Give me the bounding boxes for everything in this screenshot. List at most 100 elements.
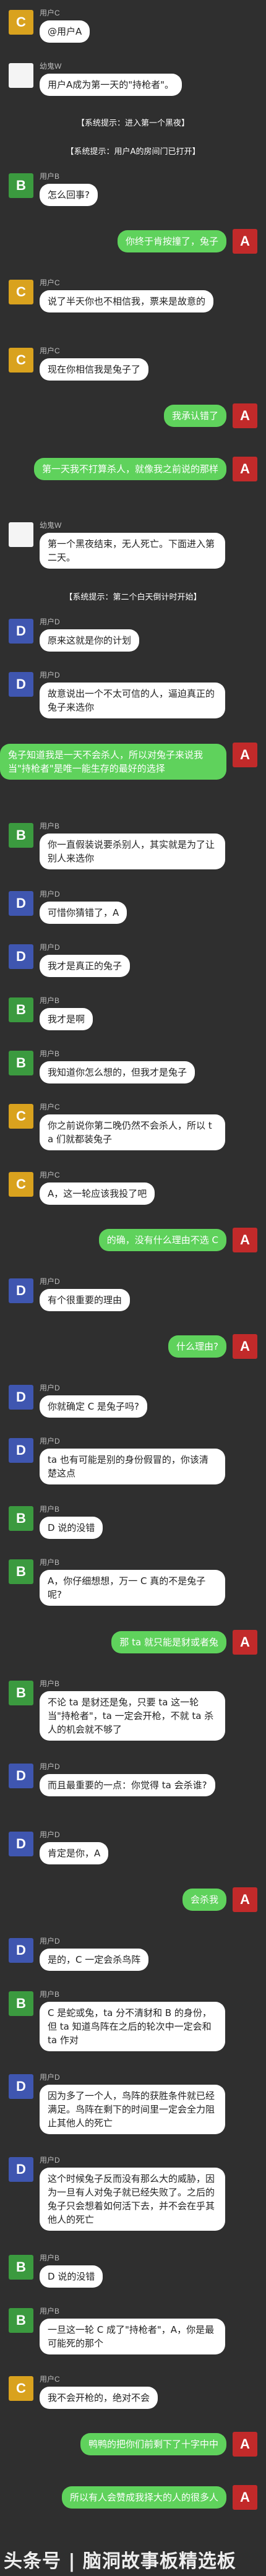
message-bubble[interactable]: 我才是真正的兔子 (40, 955, 131, 977)
avatar[interactable]: C (9, 2376, 33, 2401)
avatar[interactable] (9, 522, 33, 547)
message-bubble[interactable]: A，这一轮应该我投了吧 (40, 1182, 155, 1205)
message-bubble[interactable]: A，你仔细想想，万一 C 真的不是兔子呢? (40, 1570, 225, 1606)
message-content: 用户B 你一直假装说要杀别人，其实就是为了让别人来选你 (40, 821, 225, 869)
avatar[interactable]: B (9, 173, 33, 198)
avatar[interactable]: A (233, 2485, 257, 2510)
message-bubble[interactable]: 是的，C 一定会杀鸟阵 (40, 1949, 149, 1971)
avatar[interactable]: A (233, 1887, 257, 1912)
avatar[interactable]: C (9, 1104, 33, 1129)
avatar[interactable]: A (233, 229, 257, 254)
avatar[interactable]: A (233, 2432, 257, 2457)
avatar[interactable]: D (9, 672, 33, 697)
avatar[interactable]: D (9, 1938, 33, 1963)
avatar[interactable]: B (9, 1051, 33, 1075)
message-content: 用户D 肯定是你，A (40, 1829, 109, 1864)
sender-name: 用户D (40, 1277, 60, 1286)
message-bubble[interactable]: 现在你相信我是兔子了 (40, 358, 149, 381)
message-bubble[interactable]: 原来这就是你的计划 (40, 629, 140, 652)
avatar[interactable]: A (233, 1334, 257, 1359)
message-bubble[interactable]: 我才是啊 (40, 1008, 93, 1030)
message-bubble[interactable]: C 是蛇或兔，ta 分不清豺和 B 的身份，但 ta 知道鸟阵在之后的轮次中一定… (40, 2002, 225, 2051)
avatar[interactable]: D (9, 1438, 33, 1463)
avatar[interactable]: D (9, 2074, 33, 2099)
avatar[interactable]: B (9, 1681, 33, 1705)
avatar[interactable]: A (233, 1228, 257, 1252)
avatar[interactable]: A (233, 743, 257, 767)
message-bubble[interactable]: 用户A成为第一天的"持枪者"。 (40, 74, 182, 96)
message-bubble[interactable]: 兔子知道我是一天不会杀人，所以对兔子来说我当"持枪者"是唯一能生存的最好的选择 (0, 744, 226, 780)
incoming-message: C 用户C 我不会开枪的，绝对不会 (0, 2367, 266, 2421)
message-bubble[interactable]: D 说的没错 (40, 2265, 103, 2288)
message-bubble[interactable]: 第一个黑夜结束，无人死亡。下面进入第二天。 (40, 533, 225, 569)
message-bubble[interactable]: 这个时候兔子反而没有那么大的威胁，因为一旦有人对兔子就已经失败了。之后的兔子只会… (40, 2168, 225, 2231)
message-bubble[interactable]: 你一直假装说要杀别人，其实就是为了让别人来选你 (40, 834, 225, 869)
message-bubble[interactable]: 故意说出一个不太可信的人，逼迫真正的兔子来选你 (40, 683, 225, 718)
avatar[interactable]: D (9, 1385, 33, 1410)
avatar[interactable]: D (9, 1764, 33, 1788)
avatar[interactable] (9, 63, 33, 88)
avatar[interactable]: B (9, 1991, 33, 2016)
system-notice: 【系统提示：第二个白天倒计时开始】 (0, 582, 266, 610)
incoming-message: D 用户D 我才是真正的兔子 (0, 936, 266, 989)
message-bubble[interactable]: 一旦这一轮 C 成了"持枪者"，A，你是最可能死的那个 (40, 2319, 225, 2354)
avatar[interactable]: A (233, 403, 257, 428)
avatar[interactable]: B (9, 2308, 33, 2333)
avatar[interactable]: A (233, 457, 257, 481)
avatar[interactable]: C (9, 348, 33, 373)
avatar[interactable]: B (9, 997, 33, 1022)
message-bubble[interactable]: 我知道你怎么想的，但我才是兔子 (40, 1061, 195, 1083)
avatar[interactable]: C (9, 10, 33, 35)
message-bubble[interactable]: 我承认错了 (163, 405, 226, 427)
chat-screen: C 用户C @用户A 幼鬼W 用户A成为第一天的"持枪者"。 【系统提示：进入第一个黑夜】… (0, 0, 266, 2576)
message-bubble[interactable]: 那 ta 就只能是豺或者兔 (111, 1631, 226, 1653)
message-bubble[interactable]: 鸭鸭的把你们前剩下了十字中中 (80, 2433, 226, 2455)
outgoing-message: 我承认错了 A (0, 392, 266, 446)
sender-name: 幼鬼W (40, 521, 62, 530)
avatar[interactable]: D (9, 944, 33, 969)
message-content: 用户C 你之前说你第二晚仍然不会杀人，所以 ta 们就都装兔子 (40, 1101, 225, 1150)
incoming-message: B 用户B 一旦这一轮 C 成了"持枪者"，A，你是最可能死的那个 (0, 2299, 266, 2367)
message-bubble[interactable]: 有个很重要的理由 (40, 1289, 131, 1311)
message-content: 用户C 说了半天你也不相信我，票来是故意的 (40, 277, 214, 312)
avatar[interactable]: D (9, 619, 33, 644)
message-bubble[interactable]: @用户A (40, 20, 90, 43)
message-bubble[interactable]: 肯定是你，A (40, 1842, 109, 1864)
message-bubble[interactable]: 怎么回事? (40, 184, 98, 206)
avatar[interactable]: D (9, 2157, 33, 2182)
message-bubble[interactable]: D 说的没错 (40, 1517, 103, 1539)
avatar[interactable]: C (9, 1172, 33, 1197)
avatar[interactable]: A (233, 1630, 257, 1655)
outgoing-message: 那 ta 就只能是豺或者兔 A (0, 1619, 266, 1672)
message-bubble[interactable]: 不论 ta 是豺还是兔，只要 ta 这一轮当"持枪者"，ta 一定会开枪，不就 … (40, 1691, 225, 1741)
message-bubble[interactable]: 你就确定 C 是兔子吗? (40, 1395, 147, 1418)
avatar[interactable]: D (9, 891, 33, 916)
message-bubble[interactable]: 会杀我 (182, 1889, 226, 1911)
sender-name: 用户D (40, 1437, 60, 1445)
message-bubble[interactable]: 第一天我不打算杀人，就像我之前说的那样 (33, 458, 226, 480)
message-bubble[interactable]: 你之前说你第二晚仍然不会杀人，所以 ta 们就都装兔子 (40, 1114, 225, 1150)
outgoing-message: 会杀我 A (0, 1876, 266, 1929)
avatar[interactable]: B (9, 1559, 33, 1584)
message-bubble[interactable]: 因为多了一个人，鸟阵的获胜条件就已经满足。鸟阵在剩下的时间里一定会全力阻止其他人… (40, 2085, 225, 2134)
message-bubble[interactable]: 可惜你猜错了，A (40, 902, 127, 924)
message-bubble[interactable]: 你终于肯按撞了，兔子 (117, 230, 226, 252)
message-bubble[interactable]: 的确，没有什么理由不选 C (98, 1229, 226, 1251)
message-bubble[interactable]: 说了半天你也不相信我，票来是故意的 (40, 290, 214, 312)
message-bubble[interactable]: 什么理由? (168, 1335, 226, 1358)
avatar[interactable]: B (9, 1506, 33, 1531)
avatar[interactable]: B (9, 823, 33, 848)
incoming-message: D 用户D 是的，C 一定会杀鸟阵 (0, 1929, 266, 1983)
incoming-message: B 用户B D 说的没错 (0, 1497, 266, 1551)
message-bubble[interactable]: 而且最重要的一点：你觉得 ta 会杀谁? (40, 1774, 215, 1796)
sender-name: 用户B (40, 1558, 60, 1567)
message-bubble[interactable]: 我不会开枪的，绝对不会 (40, 2387, 158, 2409)
avatar[interactable]: D (9, 1832, 33, 1856)
avatar[interactable]: C (9, 280, 33, 304)
message-content: 用户D 而且最重要的一点：你觉得 ta 会杀谁? (40, 1761, 215, 1796)
message-bubble[interactable]: 所以有人会赞成我择大的人的很多人 (61, 2486, 226, 2509)
message-bubble[interactable]: ta 也有可能是别的身份假冒的，你该清楚这点 (40, 1449, 225, 1484)
avatar[interactable]: B (9, 2255, 33, 2280)
avatar[interactable]: D (9, 1278, 33, 1303)
incoming-message: C 用户C A，这一轮应该我投了吧 (0, 1163, 266, 1217)
